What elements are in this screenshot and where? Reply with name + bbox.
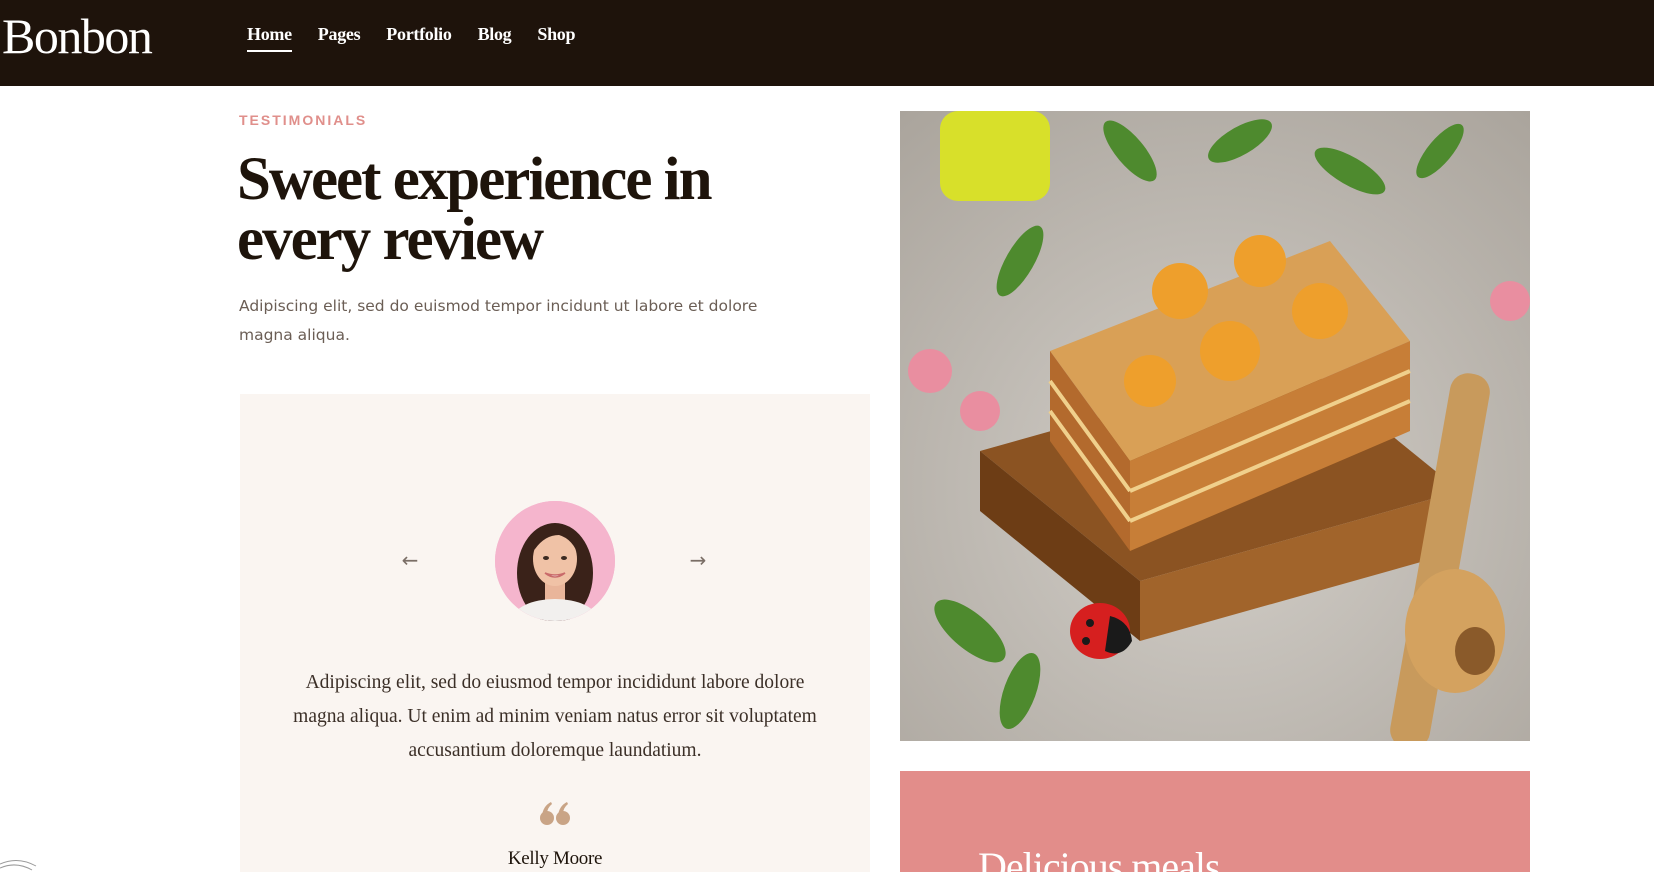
- reviewer-name: Kelly Moore: [507, 848, 603, 869]
- arrow-left-icon[interactable]: ←: [398, 548, 422, 572]
- section-eyebrow: TESTIMONIALS: [239, 112, 368, 128]
- heading-line-2: every review: [237, 206, 544, 273]
- heading-line-1: Sweet experience in: [237, 146, 713, 213]
- nav-item-shop[interactable]: Shop: [537, 20, 575, 48]
- decorative-ring-icon: [0, 860, 37, 871]
- quote-mark-icon: [540, 802, 570, 825]
- testimonial-quote: Adipiscing elit, sed do eiusmod tempor i…: [293, 672, 817, 761]
- nav-item-home[interactable]: Home: [247, 20, 292, 52]
- top-navbar: Bonbon Home Pages Portfolio Blog Shop: [0, 0, 1654, 86]
- promo-panel: Delicious meals: [900, 771, 1530, 872]
- section-heading: Sweet experience in every review: [237, 149, 797, 273]
- nav-item-blog[interactable]: Blog: [478, 20, 512, 48]
- site-logo[interactable]: Bonbon: [2, 6, 153, 66]
- main-nav: Home Pages Portfolio Blog Shop: [247, 20, 601, 52]
- reviewer-avatar: [495, 501, 615, 621]
- promo-title: Delicious meals: [978, 844, 1221, 872]
- nav-item-pages[interactable]: Pages: [318, 20, 361, 48]
- avatar-portrait-image: [495, 501, 615, 621]
- honey-cake-image: [900, 111, 1530, 741]
- nav-item-portfolio[interactable]: Portfolio: [386, 20, 452, 48]
- section-lead: Adipiscing elit, sed do euismod tempor i…: [239, 297, 758, 344]
- arrow-right-icon[interactable]: →: [686, 548, 710, 572]
- cake-photo: [900, 111, 1530, 741]
